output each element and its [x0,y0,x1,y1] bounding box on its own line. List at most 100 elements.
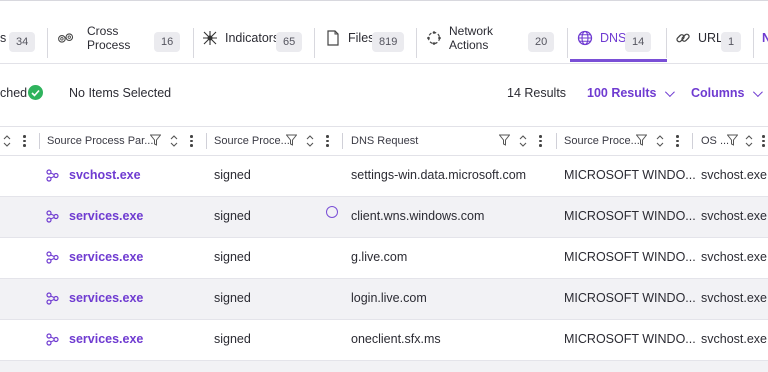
page-size-dropdown[interactable]: 100 Results [587,86,676,100]
tab-cross-process[interactable]: Cross Process [57,14,130,62]
tab-label: Files [348,31,375,45]
page-size-label: 100 Results [587,86,657,100]
signature-cell: signed [214,168,251,182]
process-tree-icon [46,292,59,305]
matched-label: ched [0,86,28,100]
column-menu-icon[interactable] [23,135,26,147]
tab-dns[interactable]: DNS [576,14,626,62]
os-cell: svchost.exe [701,168,768,182]
column-divider [39,133,40,149]
tab-label-line1: Cross [87,24,119,38]
tab-label: Indicators [225,31,280,45]
tab-network-actions[interactable]: Network Actions [425,14,493,62]
column-menu-icon[interactable] [676,135,679,147]
column-divider [206,133,207,149]
column-header-os[interactable]: OS ... [701,127,729,155]
sort-icon[interactable] [306,134,314,148]
os-cell: svchost.exe [701,291,768,305]
company-cell: MICROSOFT WINDO... [564,209,696,223]
spider-icon [201,29,219,47]
table-header: Source Process Par... Source Proce... DN… [0,126,768,156]
gears-icon [57,29,75,47]
table-row[interactable]: services.exe signed client.wns.windows.c… [0,197,768,238]
tab-partial-right[interactable]: N [762,14,768,62]
column-header-source-process-company[interactable]: Source Proce... [564,127,640,155]
column-header-dns-request[interactable]: DNS Request [351,127,418,155]
signature-cell: signed [214,291,251,305]
chevron-down-icon [753,86,764,97]
process-link[interactable]: services.exe [69,291,143,305]
tab-count: 16 [154,32,181,52]
tab-label: DNS [600,31,627,45]
filter-icon[interactable] [499,134,510,146]
tab-count: 20 [528,32,555,52]
tab-label: N [762,31,768,45]
column-divider [692,133,693,149]
table-row[interactable]: services.exe signed oneclient.sfx.ms MIC… [0,320,768,361]
link-icon [674,29,692,47]
filter-icon[interactable] [636,134,647,146]
column-menu-icon[interactable] [762,135,765,147]
column-header-source-process-signature[interactable]: Source Proce... [214,127,290,155]
tab-count: 65 [276,32,303,52]
sort-icon[interactable] [170,134,178,148]
table-row[interactable]: svchost.exe signed settings-win.data.mic… [0,156,768,197]
columns-dropdown[interactable]: Columns [691,86,764,100]
dns-request-cell: login.live.com [351,291,427,305]
sort-icon[interactable] [3,134,11,148]
signature-cell: signed [214,332,251,346]
tab-url[interactable]: URL [674,14,723,62]
column-header-source-process-parent[interactable]: Source Process Par... [47,127,153,155]
columns-label: Columns [691,86,745,100]
tab-count: 34 [9,32,36,52]
process-link[interactable]: svchost.exe [69,168,141,182]
cursor-indicator [326,206,338,218]
process-link[interactable]: services.exe [69,332,143,346]
dns-request-cell: client.wns.windows.com [351,209,485,223]
os-cell: svchost.exe [701,250,768,264]
tab-bar: s 34 Cross Process 16 Indicators 65 File… [0,14,768,64]
tab-divider [193,28,194,58]
tab-divider [47,28,48,58]
sort-icon[interactable] [519,134,527,148]
dns-request-cell: settings-win.data.microsoft.com [351,168,527,182]
company-cell: MICROSOFT WINDO... [564,291,696,305]
tab-divider [753,28,754,58]
filter-icon[interactable] [727,134,738,146]
signature-cell: signed [214,250,251,264]
table-row[interactable]: services.exe signed login.live.com MICRO… [0,279,768,320]
next-row-partial [0,361,768,372]
filter-icon[interactable] [286,134,297,146]
tab-count: 819 [372,32,405,52]
signature-cell: signed [214,209,251,223]
tab-partial-left[interactable]: s [0,14,6,62]
process-tree-icon [46,169,59,182]
tab-label-line2: Process [87,38,131,52]
tab-divider [567,28,568,58]
tab-label-line1: Network [449,24,494,38]
tab-label-line2: Actions [449,38,489,52]
filter-icon[interactable] [150,134,161,146]
column-divider [342,133,343,149]
process-link[interactable]: services.exe [69,250,143,264]
company-cell: MICROSOFT WINDO... [564,168,696,182]
network-icon [425,29,443,47]
os-cell: svchost.exe [701,209,768,223]
company-cell: MICROSOFT WINDO... [564,250,696,264]
top-divider [0,0,768,4]
process-tree-icon [46,210,59,223]
column-menu-icon[interactable] [326,135,329,147]
column-menu-icon[interactable] [539,135,542,147]
results-toolbar: ched No Items Selected 14 Results 100 Re… [0,64,768,126]
sort-icon[interactable] [745,134,753,148]
sort-icon[interactable] [656,134,664,148]
tab-files[interactable]: Files [324,14,374,62]
tab-indicators[interactable]: Indicators [201,14,279,62]
tab-divider [416,28,417,58]
column-menu-icon[interactable] [190,135,193,147]
os-cell: svchost.exe [701,332,768,346]
table-row[interactable]: services.exe signed g.live.com MICROSOFT… [0,238,768,279]
results-count: 14 Results [507,86,567,100]
globe-icon [576,29,594,47]
process-link[interactable]: services.exe [69,209,143,223]
